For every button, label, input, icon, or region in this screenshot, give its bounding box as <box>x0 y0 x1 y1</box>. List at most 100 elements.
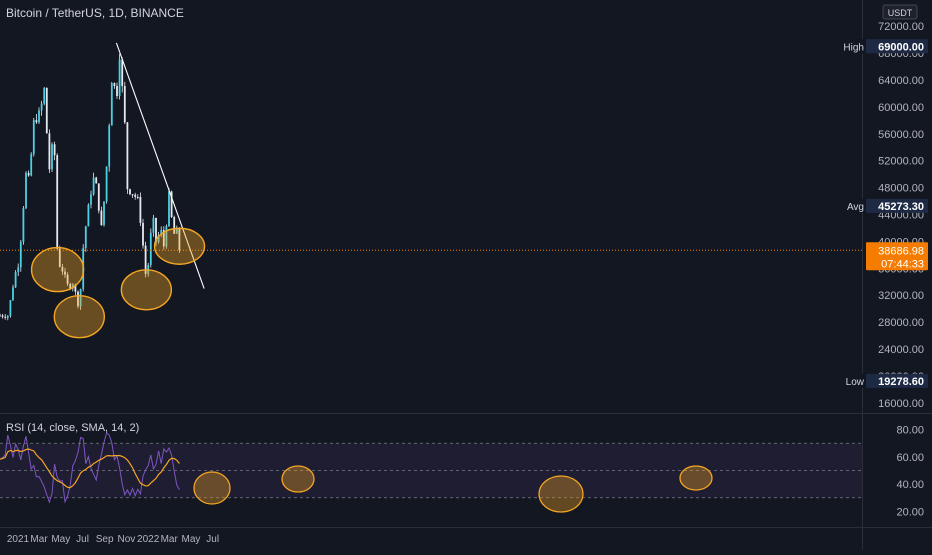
price-tick-label: 72000.00 <box>878 21 924 33</box>
candle <box>95 176 98 184</box>
candle-body <box>1 315 4 317</box>
candle <box>53 141 56 161</box>
low-marker-label: Low <box>846 377 865 388</box>
price-tick-label: 60000.00 <box>878 102 924 114</box>
chart-svg[interactable]: 72000.0068000.0064000.0060000.0056000.00… <box>0 0 932 550</box>
candle <box>108 123 111 172</box>
time-tick-label: Jul <box>206 534 219 545</box>
candle <box>56 153 59 250</box>
price-tick-label: 48000.00 <box>878 183 924 195</box>
candle <box>17 263 20 277</box>
candle <box>92 172 95 196</box>
time-tick-label: May <box>181 534 200 545</box>
candle <box>30 152 33 177</box>
candle <box>100 206 103 226</box>
candle <box>43 86 46 106</box>
price-tick-label: 56000.00 <box>878 129 924 141</box>
high-marker-label: High <box>843 42 864 53</box>
candle-body <box>4 316 7 318</box>
price-tick-label: 64000.00 <box>878 75 924 87</box>
time-tick-label: 2022 <box>137 534 160 545</box>
candle-body <box>30 154 33 176</box>
candle <box>105 166 108 204</box>
high-marker-value: 69000.00 <box>878 41 924 53</box>
time-tick-label: Nov <box>118 534 136 545</box>
chart-title: Bitcoin / TetherUS, 1D, BINANCE <box>6 6 184 20</box>
price-tick-label: 24000.00 <box>878 344 924 356</box>
candle-body <box>6 315 9 318</box>
time-tick-label: 2021 <box>7 534 30 545</box>
candle-body <box>136 196 139 198</box>
candle <box>134 192 137 200</box>
candle <box>90 190 92 209</box>
candle-body <box>51 144 53 170</box>
candle-body <box>152 217 155 233</box>
time-tick-label: May <box>51 534 70 545</box>
low-marker-value: 19278.60 <box>878 376 924 388</box>
candle-body <box>25 172 27 209</box>
candle-body <box>22 208 25 242</box>
candle-body <box>100 210 103 226</box>
candle-body <box>123 85 126 123</box>
candle-body <box>45 87 48 134</box>
candle-body <box>142 222 144 246</box>
chart-stage: 72000.00 68000.00 64000.00 60000.00 56000.00… <box>0 0 932 550</box>
candle <box>1 314 4 319</box>
candle-body <box>168 191 170 227</box>
price-tick-label: 52000.00 <box>878 156 924 168</box>
candle-body <box>92 177 95 195</box>
candle-body <box>113 83 116 87</box>
candle-body <box>108 125 111 167</box>
candle <box>32 117 35 157</box>
rsi-tick-label: 20.00 <box>896 506 924 518</box>
candle-body <box>87 204 90 227</box>
rsi-highlight-ellipse <box>281 465 315 493</box>
candle-body <box>9 300 12 316</box>
candle-body <box>149 232 152 266</box>
candle-body <box>14 272 17 288</box>
candle-body <box>131 194 134 196</box>
price-tick-label: 32000.00 <box>878 290 924 302</box>
rsi-highlight-ellipse <box>538 475 584 513</box>
candle-body <box>0 315 1 317</box>
price-tick-label: 16000.00 <box>878 398 924 410</box>
candle-body <box>56 155 59 249</box>
candle-body <box>116 86 118 96</box>
candle-body <box>97 183 100 211</box>
candle-body <box>43 87 46 104</box>
currency-label: USDT <box>888 8 913 18</box>
candle <box>126 121 129 194</box>
candle <box>168 188 170 227</box>
candle <box>40 100 43 116</box>
highlight-ellipse <box>120 269 173 311</box>
candle-body <box>32 120 35 155</box>
rsi-title: RSI (14, close, SMA, 14, 2) <box>6 422 140 434</box>
rsi-tick-label: 80.00 <box>896 425 924 437</box>
candle-body <box>90 194 92 205</box>
candle-body <box>103 201 105 226</box>
candle <box>103 201 105 227</box>
candle <box>123 81 126 125</box>
candle-body <box>35 120 38 123</box>
candle <box>84 225 87 252</box>
avg-marker-value: 45273.30 <box>878 201 924 213</box>
candle-body <box>126 122 129 190</box>
highlight-ellipse <box>53 295 106 339</box>
candle <box>97 183 100 214</box>
candle <box>35 114 38 124</box>
candle <box>45 87 48 134</box>
candle-body <box>40 103 43 111</box>
candle <box>38 107 40 124</box>
candle <box>22 206 25 245</box>
candle-body <box>38 110 40 123</box>
time-tick-label: Sep <box>96 534 114 545</box>
avg-marker-label: Avg <box>847 202 864 213</box>
time-tick-label: Jul <box>76 534 89 545</box>
candle-body <box>53 144 56 156</box>
candle <box>139 192 142 227</box>
candle <box>0 313 1 317</box>
candle-body <box>129 189 131 195</box>
price-tick-label: 28000.00 <box>878 317 924 329</box>
candle <box>152 214 155 237</box>
candle-body <box>134 194 137 197</box>
